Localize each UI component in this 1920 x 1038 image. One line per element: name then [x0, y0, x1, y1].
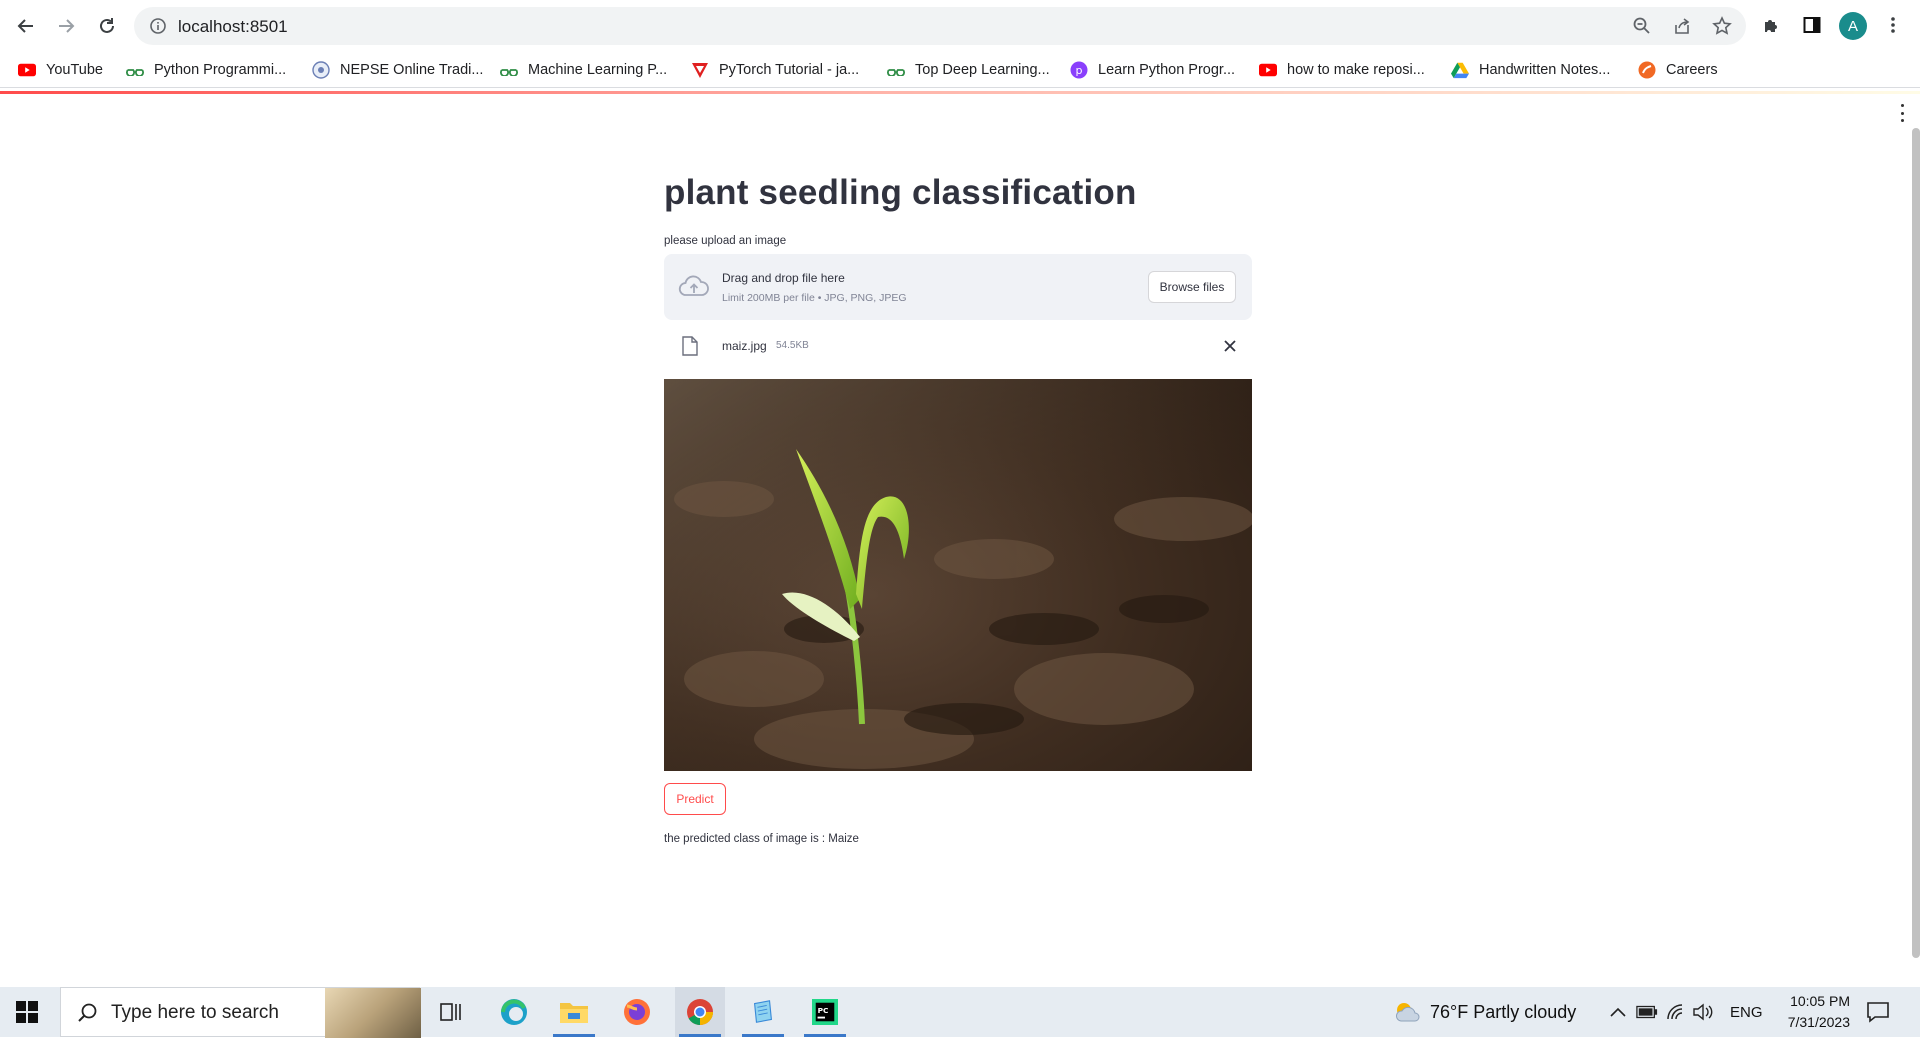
- bookmark-item[interactable]: Careers: [1638, 58, 1718, 82]
- uploader-label: please upload an image: [664, 235, 787, 247]
- windows-start-icon[interactable]: [16, 1001, 38, 1023]
- profile-avatar[interactable]: A: [1839, 12, 1867, 40]
- careers-icon: [1638, 61, 1656, 79]
- geeksforgeeks-icon: [126, 61, 144, 79]
- system-tray: ENG: [1610, 987, 1763, 1037]
- bookmark-item[interactable]: how to make reposi...: [1259, 58, 1425, 82]
- bookmark-item[interactable]: NEPSE Online Tradi...: [312, 58, 483, 82]
- predict-button[interactable]: Predict: [664, 783, 726, 815]
- windows-taskbar: Type here to search PC 76°F Partly cloud…: [0, 987, 1920, 1038]
- cloud-upload-icon: [678, 275, 709, 296]
- bookmark-item[interactable]: Handwritten Notes...: [1451, 58, 1610, 82]
- bookmark-label: YouTube: [46, 62, 103, 78]
- avatar-letter: A: [1847, 17, 1858, 35]
- uploaded-image: [664, 379, 1252, 771]
- uploaded-file-row: maiz.jpg 54.5KB: [664, 330, 1252, 362]
- clock-date: 7/31/2023: [1787, 1014, 1850, 1030]
- search-icon: [78, 1003, 97, 1022]
- youtube-icon: [1259, 61, 1277, 79]
- partly-cloudy-icon: [1395, 1003, 1420, 1022]
- taskbar-clock[interactable]: 10:05 PM 7/31/2023: [1770, 991, 1850, 1033]
- wifi-icon[interactable]: [1666, 1003, 1686, 1021]
- forward-button[interactable]: [50, 10, 82, 42]
- programiz-icon: p: [1070, 61, 1088, 79]
- language-indicator[interactable]: ENG: [1730, 1004, 1763, 1021]
- browse-files-button[interactable]: Browse files: [1148, 271, 1236, 303]
- prediction-result: the predicted class of image is : Maize: [664, 833, 859, 845]
- task-view-icon[interactable]: [426, 987, 476, 1037]
- search-highlight-image: [325, 988, 421, 1038]
- bookmark-label: Top Deep Learning...: [915, 62, 1050, 78]
- taskbar-search[interactable]: Type here to search: [60, 987, 421, 1038]
- notepad-icon[interactable]: [738, 987, 788, 1037]
- weather-widget[interactable]: 76°F Partly cloudy: [1392, 987, 1576, 1037]
- geeksforgeeks-icon: [887, 61, 905, 79]
- file-icon: [682, 336, 698, 356]
- site-info-icon[interactable]: [148, 16, 168, 36]
- battery-icon[interactable]: [1636, 1005, 1658, 1019]
- bookmark-item[interactable]: Python Programmi...: [126, 58, 286, 82]
- weather-text: 76°F Partly cloudy: [1430, 1001, 1577, 1022]
- nepse-icon: [312, 61, 330, 79]
- address-bar[interactable]: localhost:8501: [134, 7, 1746, 45]
- notification-icon[interactable]: [1866, 1001, 1890, 1023]
- bookmark-label: how to make reposi...: [1287, 62, 1425, 78]
- bookmark-item[interactable]: Machine Learning P...: [500, 58, 667, 82]
- reload-button[interactable]: [91, 10, 123, 42]
- file-name: maiz.jpg: [722, 339, 767, 353]
- bookmark-label: Handwritten Notes...: [1479, 62, 1611, 78]
- bookmark-label: Machine Learning P...: [528, 62, 668, 78]
- bookmarks-bar: YouTube Python Programmi... NEPSE Online…: [0, 52, 1920, 88]
- bookmark-label: Python Programmi...: [154, 62, 287, 78]
- page-scrollbar[interactable]: [1912, 128, 1920, 958]
- bookmark-label: Learn Python Progr...: [1098, 62, 1236, 78]
- back-button[interactable]: [10, 10, 42, 42]
- youtube-icon: [18, 61, 36, 79]
- javatpoint-icon: [691, 61, 709, 79]
- reload-icon: [100, 18, 114, 33]
- bookmark-item[interactable]: YouTube: [18, 58, 103, 82]
- bookmark-item[interactable]: p Learn Python Progr...: [1070, 58, 1235, 82]
- app-menu-icon[interactable]: [1896, 104, 1908, 122]
- file-size: 54.5KB: [776, 340, 809, 351]
- zoom-icon[interactable]: [1632, 16, 1652, 36]
- file-dropzone[interactable]: Drag and drop file here Limit 200MB per …: [664, 254, 1252, 320]
- dropzone-limit-text: Limit 200MB per file • JPG, PNG, JPEG: [722, 292, 907, 304]
- clock-time: 10:05 PM: [1790, 993, 1850, 1009]
- bookmark-item[interactable]: PyTorch Tutorial - ja...: [691, 58, 859, 82]
- chrome-icon[interactable]: [675, 987, 725, 1037]
- url-text: localhost:8501: [178, 17, 288, 36]
- back-arrow-icon: [17, 19, 33, 33]
- bookmark-label: PyTorch Tutorial - ja...: [719, 62, 860, 78]
- file-explorer-icon[interactable]: [549, 987, 599, 1037]
- google-drive-icon: [1451, 61, 1469, 79]
- bookmark-label: Careers: [1666, 62, 1718, 78]
- bookmark-label: NEPSE Online Tradi...: [340, 62, 484, 78]
- firefox-icon[interactable]: [612, 987, 662, 1037]
- chrome-menu-icon[interactable]: [1882, 14, 1904, 36]
- page-title: plant seedling classification: [664, 173, 1137, 212]
- forward-arrow-icon: [59, 19, 75, 33]
- search-placeholder: Type here to search: [111, 1002, 279, 1023]
- bookmark-item[interactable]: Top Deep Learning...: [887, 58, 1050, 82]
- side-panel-icon[interactable]: [1801, 14, 1823, 36]
- seedling-photo: [664, 379, 1252, 771]
- edge-browser-icon[interactable]: [489, 987, 539, 1037]
- bookmark-star-icon[interactable]: [1712, 16, 1732, 36]
- streamlit-header-decoration: [0, 91, 1920, 94]
- close-icon[interactable]: [1222, 338, 1238, 354]
- volume-icon[interactable]: [1692, 1003, 1714, 1021]
- svg-text:PC: PC: [818, 1006, 829, 1015]
- svg-text:p: p: [1076, 64, 1083, 77]
- pycharm-icon[interactable]: PC: [800, 987, 850, 1037]
- chevron-up-icon[interactable]: [1610, 1007, 1626, 1017]
- geeksforgeeks-icon: [500, 61, 518, 79]
- share-icon[interactable]: [1672, 16, 1692, 36]
- extensions-icon[interactable]: [1761, 14, 1783, 36]
- browser-toolbar: localhost:8501 A: [0, 0, 1920, 52]
- dropzone-instructions: Drag and drop file here: [722, 271, 845, 285]
